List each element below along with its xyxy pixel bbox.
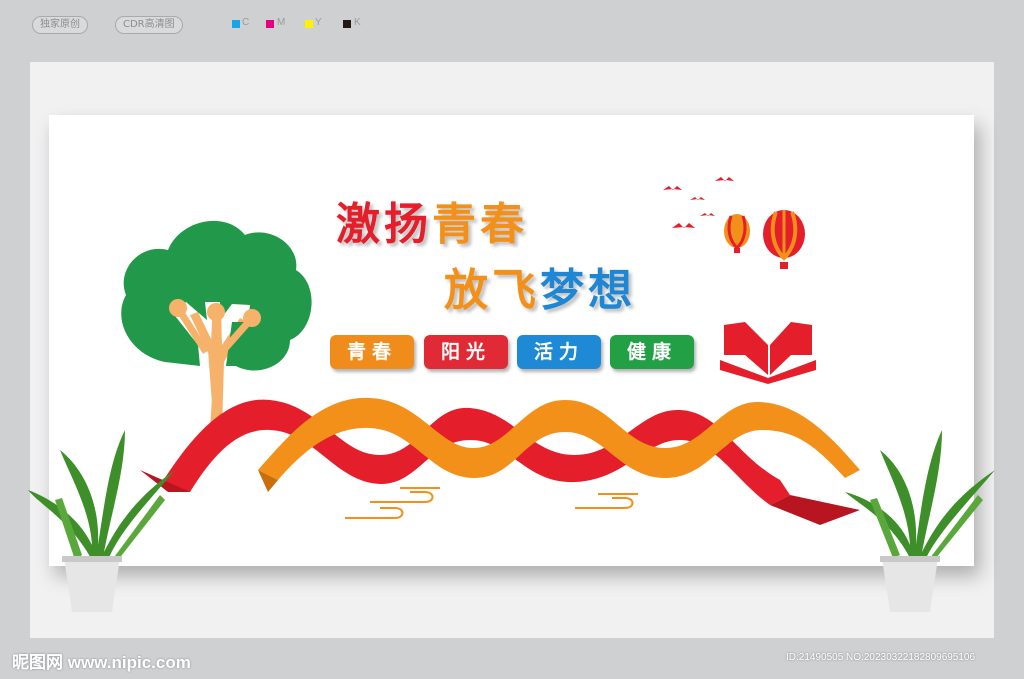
potted-plant-right-icon bbox=[845, 430, 995, 612]
headline-line-1: 激扬青春 bbox=[336, 188, 528, 252]
site-watermark: 昵图网 www.nipic.com bbox=[12, 653, 191, 672]
headline-part-1: 激扬 bbox=[336, 199, 432, 250]
tag-health: 健康 bbox=[610, 335, 694, 369]
board-artwork bbox=[28, 177, 995, 612]
potted-plant-left-icon bbox=[28, 430, 175, 612]
hot-air-balloon-small-icon bbox=[724, 214, 750, 253]
tag-sunshine: 阳光 bbox=[424, 335, 508, 369]
headline-part-3: 放飞 bbox=[444, 265, 540, 316]
headline-line-2: 放飞梦想 bbox=[444, 254, 636, 318]
image-id-text: ID:21490505 NO:20230322182809695106 bbox=[786, 652, 976, 663]
hot-air-balloon-large-icon bbox=[763, 210, 805, 269]
open-book-icon bbox=[720, 322, 816, 384]
headline-part-2: 青春 bbox=[432, 199, 528, 250]
tag-youth: 青春 bbox=[330, 335, 414, 369]
headline-part-4: 梦想 bbox=[540, 265, 636, 316]
cloud-swirl-icon bbox=[345, 487, 638, 519]
tag-vitality: 活力 bbox=[517, 335, 601, 369]
tree-icon bbox=[121, 220, 312, 430]
birds-icon bbox=[663, 177, 734, 228]
